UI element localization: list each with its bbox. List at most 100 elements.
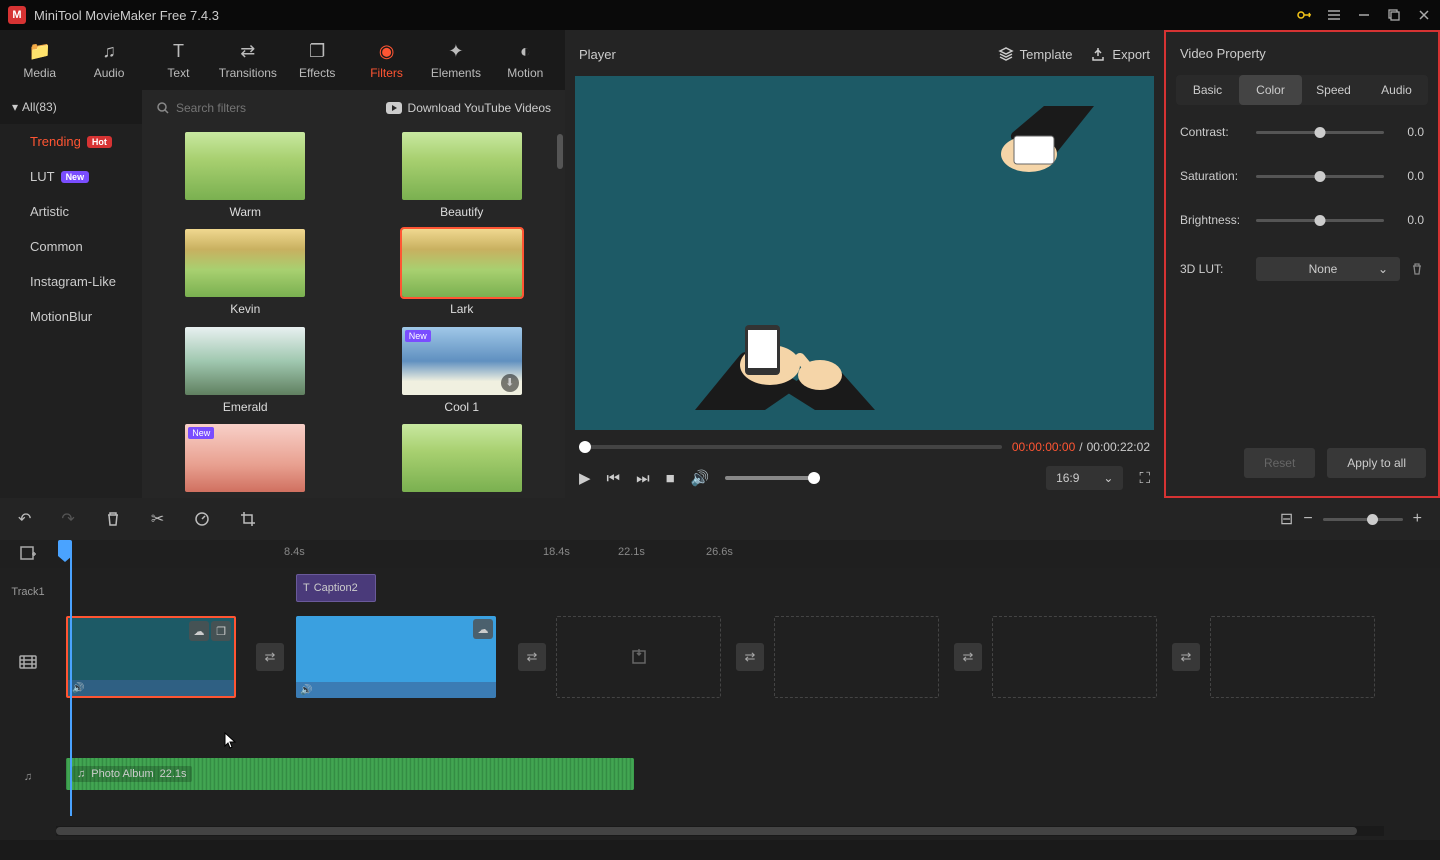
transition-button[interactable]: ⇄ xyxy=(1172,643,1200,671)
slider-thumb[interactable] xyxy=(1315,171,1326,182)
reset-button[interactable]: Reset xyxy=(1244,448,1315,478)
filter-item-kevin[interactable]: Kevin xyxy=(162,229,329,316)
delete-icon[interactable] xyxy=(105,511,121,527)
transition-button[interactable]: ⇄ xyxy=(518,643,546,671)
transition-button[interactable]: ⇄ xyxy=(736,643,764,671)
effect-icon[interactable]: ☁ xyxy=(189,621,209,641)
cut-icon[interactable]: ✂ xyxy=(151,509,164,529)
filter-all-button[interactable]: ▾All(83) xyxy=(0,90,142,124)
new-badge: New xyxy=(61,171,90,183)
empty-slot[interactable] xyxy=(992,616,1157,698)
tool-audio[interactable]: ♫Audio xyxy=(75,32,142,88)
effect-icon[interactable]: ☁ xyxy=(473,619,493,639)
saturation-slider[interactable] xyxy=(1256,175,1384,178)
download-icon[interactable]: ⬇ xyxy=(501,374,519,392)
empty-slot[interactable] xyxy=(556,616,721,698)
player-viewport[interactable] xyxy=(575,76,1154,430)
speed-icon[interactable] xyxy=(194,511,210,527)
fullscreen-icon[interactable]: ⛶ xyxy=(1139,470,1150,487)
tool-text[interactable]: TText xyxy=(145,32,212,88)
tab-basic[interactable]: Basic xyxy=(1176,75,1239,105)
volume-icon[interactable]: 🔊 xyxy=(691,469,710,487)
timeline-ruler[interactable]: 0s 8.4s 18.4s 22.1s 26.6s xyxy=(56,540,1440,568)
horizontal-scrollbar[interactable] xyxy=(56,826,1384,836)
undo-icon[interactable]: ↶ xyxy=(18,509,31,529)
fit-icon[interactable]: ⊟ xyxy=(1280,509,1293,529)
filter-item-cool1[interactable]: New⬇Cool 1 xyxy=(379,327,546,414)
playhead[interactable] xyxy=(64,540,66,568)
add-track-button[interactable] xyxy=(0,540,56,568)
maximize-icon[interactable] xyxy=(1386,7,1402,23)
redo-icon[interactable]: ↷ xyxy=(61,509,74,529)
volume-thumb[interactable] xyxy=(808,472,820,484)
player-title: Player xyxy=(579,47,616,62)
menu-icon[interactable] xyxy=(1326,7,1342,23)
caption-clip[interactable]: TCaption2 xyxy=(296,574,376,602)
filter-cat-instagram[interactable]: Instagram-Like xyxy=(0,264,142,299)
tool-effects[interactable]: ❐Effects xyxy=(284,32,351,88)
slider-thumb[interactable] xyxy=(1315,127,1326,138)
video-clip-1[interactable]: ☁❐ 🔊 xyxy=(66,616,236,698)
contrast-slider[interactable] xyxy=(1256,131,1384,134)
apply-all-button[interactable]: Apply to all xyxy=(1327,448,1426,478)
filter-cat-lut[interactable]: LUTNew xyxy=(0,159,142,194)
zoom-in-icon[interactable]: + xyxy=(1413,510,1422,528)
template-button[interactable]: Template xyxy=(998,46,1073,62)
progress-thumb[interactable] xyxy=(579,441,591,453)
next-button[interactable]: ⏭ xyxy=(636,470,650,487)
trash-icon[interactable] xyxy=(1410,262,1424,276)
progress-bar[interactable] xyxy=(579,445,1002,449)
empty-slot[interactable] xyxy=(774,616,939,698)
tool-media[interactable]: 📁Media xyxy=(6,32,73,88)
filter-cat-common[interactable]: Common xyxy=(0,229,142,264)
filter-cat-motionblur[interactable]: MotionBlur xyxy=(0,299,142,334)
zoom-out-icon[interactable]: − xyxy=(1303,510,1312,528)
audio-clip[interactable]: ♫Photo Album22.1s xyxy=(66,758,634,790)
slider-thumb[interactable] xyxy=(1315,215,1326,226)
close-icon[interactable] xyxy=(1416,7,1432,23)
scrollbar[interactable] xyxy=(557,134,563,169)
minimize-icon[interactable] xyxy=(1356,7,1372,23)
download-youtube-link[interactable]: Download YouTube Videos xyxy=(386,101,551,115)
filter-item-emerald[interactable]: Emerald xyxy=(162,327,329,414)
brightness-slider[interactable] xyxy=(1256,219,1384,222)
filter-item-lark[interactable]: Lark xyxy=(379,229,546,316)
volume-slider[interactable] xyxy=(725,476,820,480)
tool-motion[interactable]: ◐Motion xyxy=(492,32,559,88)
empty-slot[interactable] xyxy=(1210,616,1375,698)
tool-elements[interactable]: ✦Elements xyxy=(422,32,489,88)
key-icon[interactable] xyxy=(1296,7,1312,23)
filter-cat-trending[interactable]: TrendingHot xyxy=(0,124,142,159)
filter-item-beautify[interactable]: Beautify xyxy=(379,132,546,219)
text-icon: T xyxy=(303,582,310,594)
copy-icon[interactable]: ❐ xyxy=(211,621,231,641)
search-icon xyxy=(156,101,170,115)
filter-item[interactable] xyxy=(379,424,546,492)
chevron-down-icon: ⌄ xyxy=(1103,471,1113,485)
tab-speed[interactable]: Speed xyxy=(1302,75,1365,105)
chevron-down-icon: ▾ xyxy=(12,100,18,114)
lut-row: 3D LUT: None⌄ xyxy=(1180,257,1424,281)
crop-icon[interactable] xyxy=(240,511,256,527)
zoom-slider[interactable] xyxy=(1323,518,1403,521)
prev-button[interactable]: ⏮ xyxy=(607,470,621,487)
transition-button[interactable]: ⇄ xyxy=(256,643,284,671)
filter-cat-artistic[interactable]: Artistic xyxy=(0,194,142,229)
tab-audio[interactable]: Audio xyxy=(1365,75,1428,105)
play-button[interactable]: ▶ xyxy=(579,469,591,487)
time-display: 00:00:00:00/00:00:22:02 xyxy=(1012,440,1150,454)
tool-filters[interactable]: ◉Filters xyxy=(353,32,420,88)
search-input[interactable] xyxy=(176,101,331,115)
video-clip-2[interactable]: ☁ 🔊 xyxy=(296,616,496,698)
tool-transitions[interactable]: ⇄Transitions xyxy=(214,32,281,88)
transition-button[interactable]: ⇄ xyxy=(954,643,982,671)
export-button[interactable]: Export xyxy=(1090,46,1150,62)
filter-item-warm[interactable]: Warm xyxy=(162,132,329,219)
aspect-select[interactable]: 16:9⌄ xyxy=(1046,466,1123,490)
tab-color[interactable]: Color xyxy=(1239,75,1302,105)
stop-button[interactable]: ■ xyxy=(666,470,675,487)
zoom-thumb[interactable] xyxy=(1367,514,1378,525)
filter-item[interactable]: New xyxy=(162,424,329,492)
search-box[interactable] xyxy=(156,101,331,115)
lut-select[interactable]: None⌄ xyxy=(1256,257,1400,281)
